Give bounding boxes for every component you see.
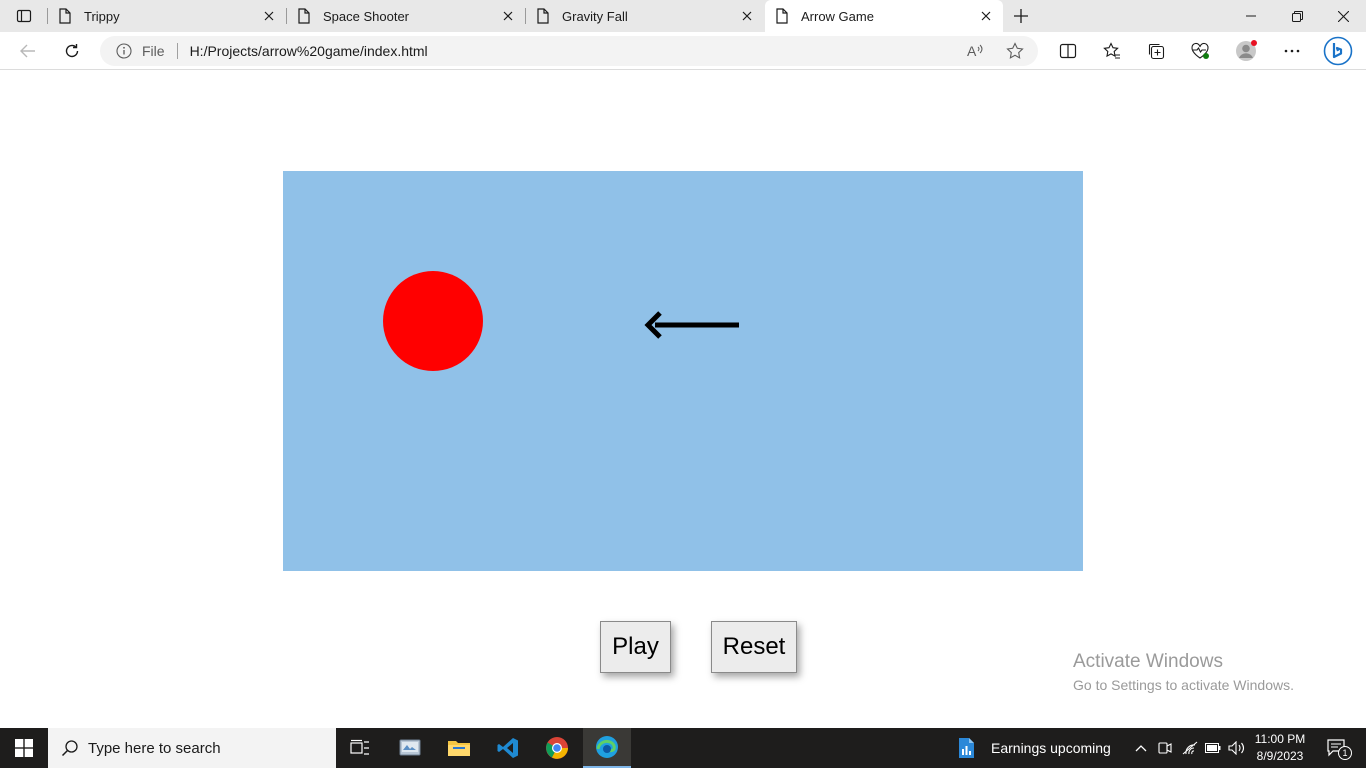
news-widget[interactable]: Earnings upcoming [955, 728, 1111, 768]
chevron-up-icon [1135, 745, 1147, 752]
network-button[interactable] [1179, 728, 1201, 768]
volume-button[interactable] [1226, 728, 1248, 768]
minimize-button[interactable] [1228, 0, 1274, 32]
more-menu-button[interactable] [1277, 37, 1307, 65]
clock-time: 11:00 PM [1254, 732, 1306, 746]
close-icon[interactable] [975, 5, 997, 27]
url-text[interactable]: H:/Projects/arrow%20game/index.html [190, 43, 1038, 59]
tab-space-shooter[interactable]: Space Shooter [287, 0, 525, 32]
activate-windows-watermark: Activate Windows Go to Settings to activ… [1073, 651, 1294, 693]
news-text: Earnings upcoming [991, 740, 1111, 756]
game-canvas[interactable] [283, 171, 1083, 571]
page-icon [297, 8, 313, 24]
close-icon[interactable] [497, 5, 519, 27]
control-panel-icon [399, 739, 421, 756]
browser-toolbar: File H:/Projects/arrow%20game/index.html… [0, 32, 1366, 70]
split-screen-button[interactable] [1053, 37, 1083, 65]
favorites-icon [1103, 42, 1120, 59]
taskbar-photos-app[interactable] [386, 728, 434, 768]
target-ball [383, 271, 483, 371]
search-placeholder: Type here to search [88, 739, 221, 757]
tab-title: Trippy [84, 8, 120, 24]
tab-trippy[interactable]: Trippy [48, 0, 286, 32]
browser-essentials-button[interactable] [1185, 37, 1215, 65]
plus-icon [1014, 9, 1028, 23]
back-arrow-icon [20, 44, 35, 58]
refresh-button[interactable] [57, 37, 87, 65]
close-icon [1337, 10, 1349, 22]
svg-text:A: A [967, 43, 977, 59]
address-bar[interactable]: File H:/Projects/arrow%20game/index.html… [100, 36, 1038, 66]
address-separator [176, 43, 178, 59]
refresh-icon [65, 44, 79, 58]
browser-tab-strip: Trippy Space Shooter Gravity Fall Arrow … [0, 0, 1366, 32]
taskbar-clock[interactable]: 11:00 PM 8/9/2023 [1250, 731, 1310, 765]
scheme-label: File [142, 43, 165, 59]
taskbar-chrome[interactable] [533, 728, 581, 768]
windows-logo-icon [15, 739, 33, 757]
bing-icon [1323, 36, 1353, 66]
vscode-icon [497, 738, 518, 758]
close-window-button[interactable] [1320, 0, 1366, 32]
document-chart-icon [959, 738, 974, 758]
task-view-button[interactable] [336, 728, 384, 768]
info-icon[interactable] [116, 42, 134, 60]
collections-button[interactable] [1141, 37, 1171, 65]
battery-icon [1205, 743, 1221, 753]
watermark-title: Activate Windows [1073, 651, 1223, 672]
tab-title: Space Shooter [323, 8, 410, 24]
speaker-icon [1228, 741, 1245, 755]
taskbar-search-box[interactable]: Type here to search [48, 728, 336, 768]
camera-icon [1158, 742, 1172, 754]
restore-icon [1291, 10, 1303, 22]
page-icon [58, 8, 74, 24]
reset-button[interactable]: Reset [711, 621, 797, 673]
taskbar: Type here to search Earnings upcoming 11… [0, 728, 1366, 768]
chrome-icon [546, 737, 568, 759]
close-icon[interactable] [736, 5, 758, 27]
tab-title: Arrow Game [801, 8, 874, 24]
folder-icon [448, 741, 470, 756]
tab-title: Gravity Fall [562, 8, 628, 24]
task-view-icon [350, 739, 369, 755]
more-dots-icon [1284, 49, 1300, 53]
tab-gravity-fall[interactable]: Gravity Fall [526, 0, 764, 32]
profile-button[interactable] [1231, 37, 1261, 65]
heart-pulse-icon [1191, 42, 1209, 59]
tab-arrow-game[interactable]: Arrow Game [765, 0, 1003, 32]
back-button[interactable] [13, 37, 43, 65]
tab-actions-icon[interactable] [8, 4, 40, 28]
page-icon [536, 8, 552, 24]
restore-button[interactable] [1274, 0, 1320, 32]
close-icon[interactable] [258, 5, 280, 27]
watermark-subtitle: Go to Settings to activate Windows. [1073, 677, 1294, 693]
notification-center-button[interactable]: 1 [1318, 728, 1358, 768]
wifi-icon [1182, 741, 1198, 755]
meet-now-button[interactable] [1155, 728, 1175, 768]
split-screen-icon [1059, 43, 1077, 59]
minimize-icon [1246, 15, 1256, 17]
new-tab-button[interactable] [1008, 3, 1034, 29]
read-aloud-icon[interactable]: A [962, 40, 988, 62]
taskbar-vscode[interactable] [484, 728, 532, 768]
bing-chat-button[interactable] [1320, 35, 1356, 67]
play-button[interactable]: Play [600, 621, 671, 673]
favorite-star-icon[interactable] [1002, 40, 1028, 62]
show-hidden-icons-button[interactable] [1130, 728, 1152, 768]
start-button[interactable] [0, 728, 48, 768]
taskbar-edge[interactable] [583, 728, 631, 768]
collections-icon [1148, 43, 1165, 60]
arrow [644, 311, 739, 339]
page-icon [775, 8, 791, 24]
clock-date: 8/9/2023 [1256, 749, 1304, 763]
avatar-icon [1236, 40, 1257, 61]
favorites-button[interactable] [1097, 37, 1127, 65]
battery-button[interactable] [1202, 728, 1224, 768]
edge-icon [596, 736, 618, 758]
notification-count: 1 [1338, 746, 1352, 760]
taskbar-file-explorer[interactable] [435, 728, 483, 768]
search-icon [60, 738, 80, 758]
